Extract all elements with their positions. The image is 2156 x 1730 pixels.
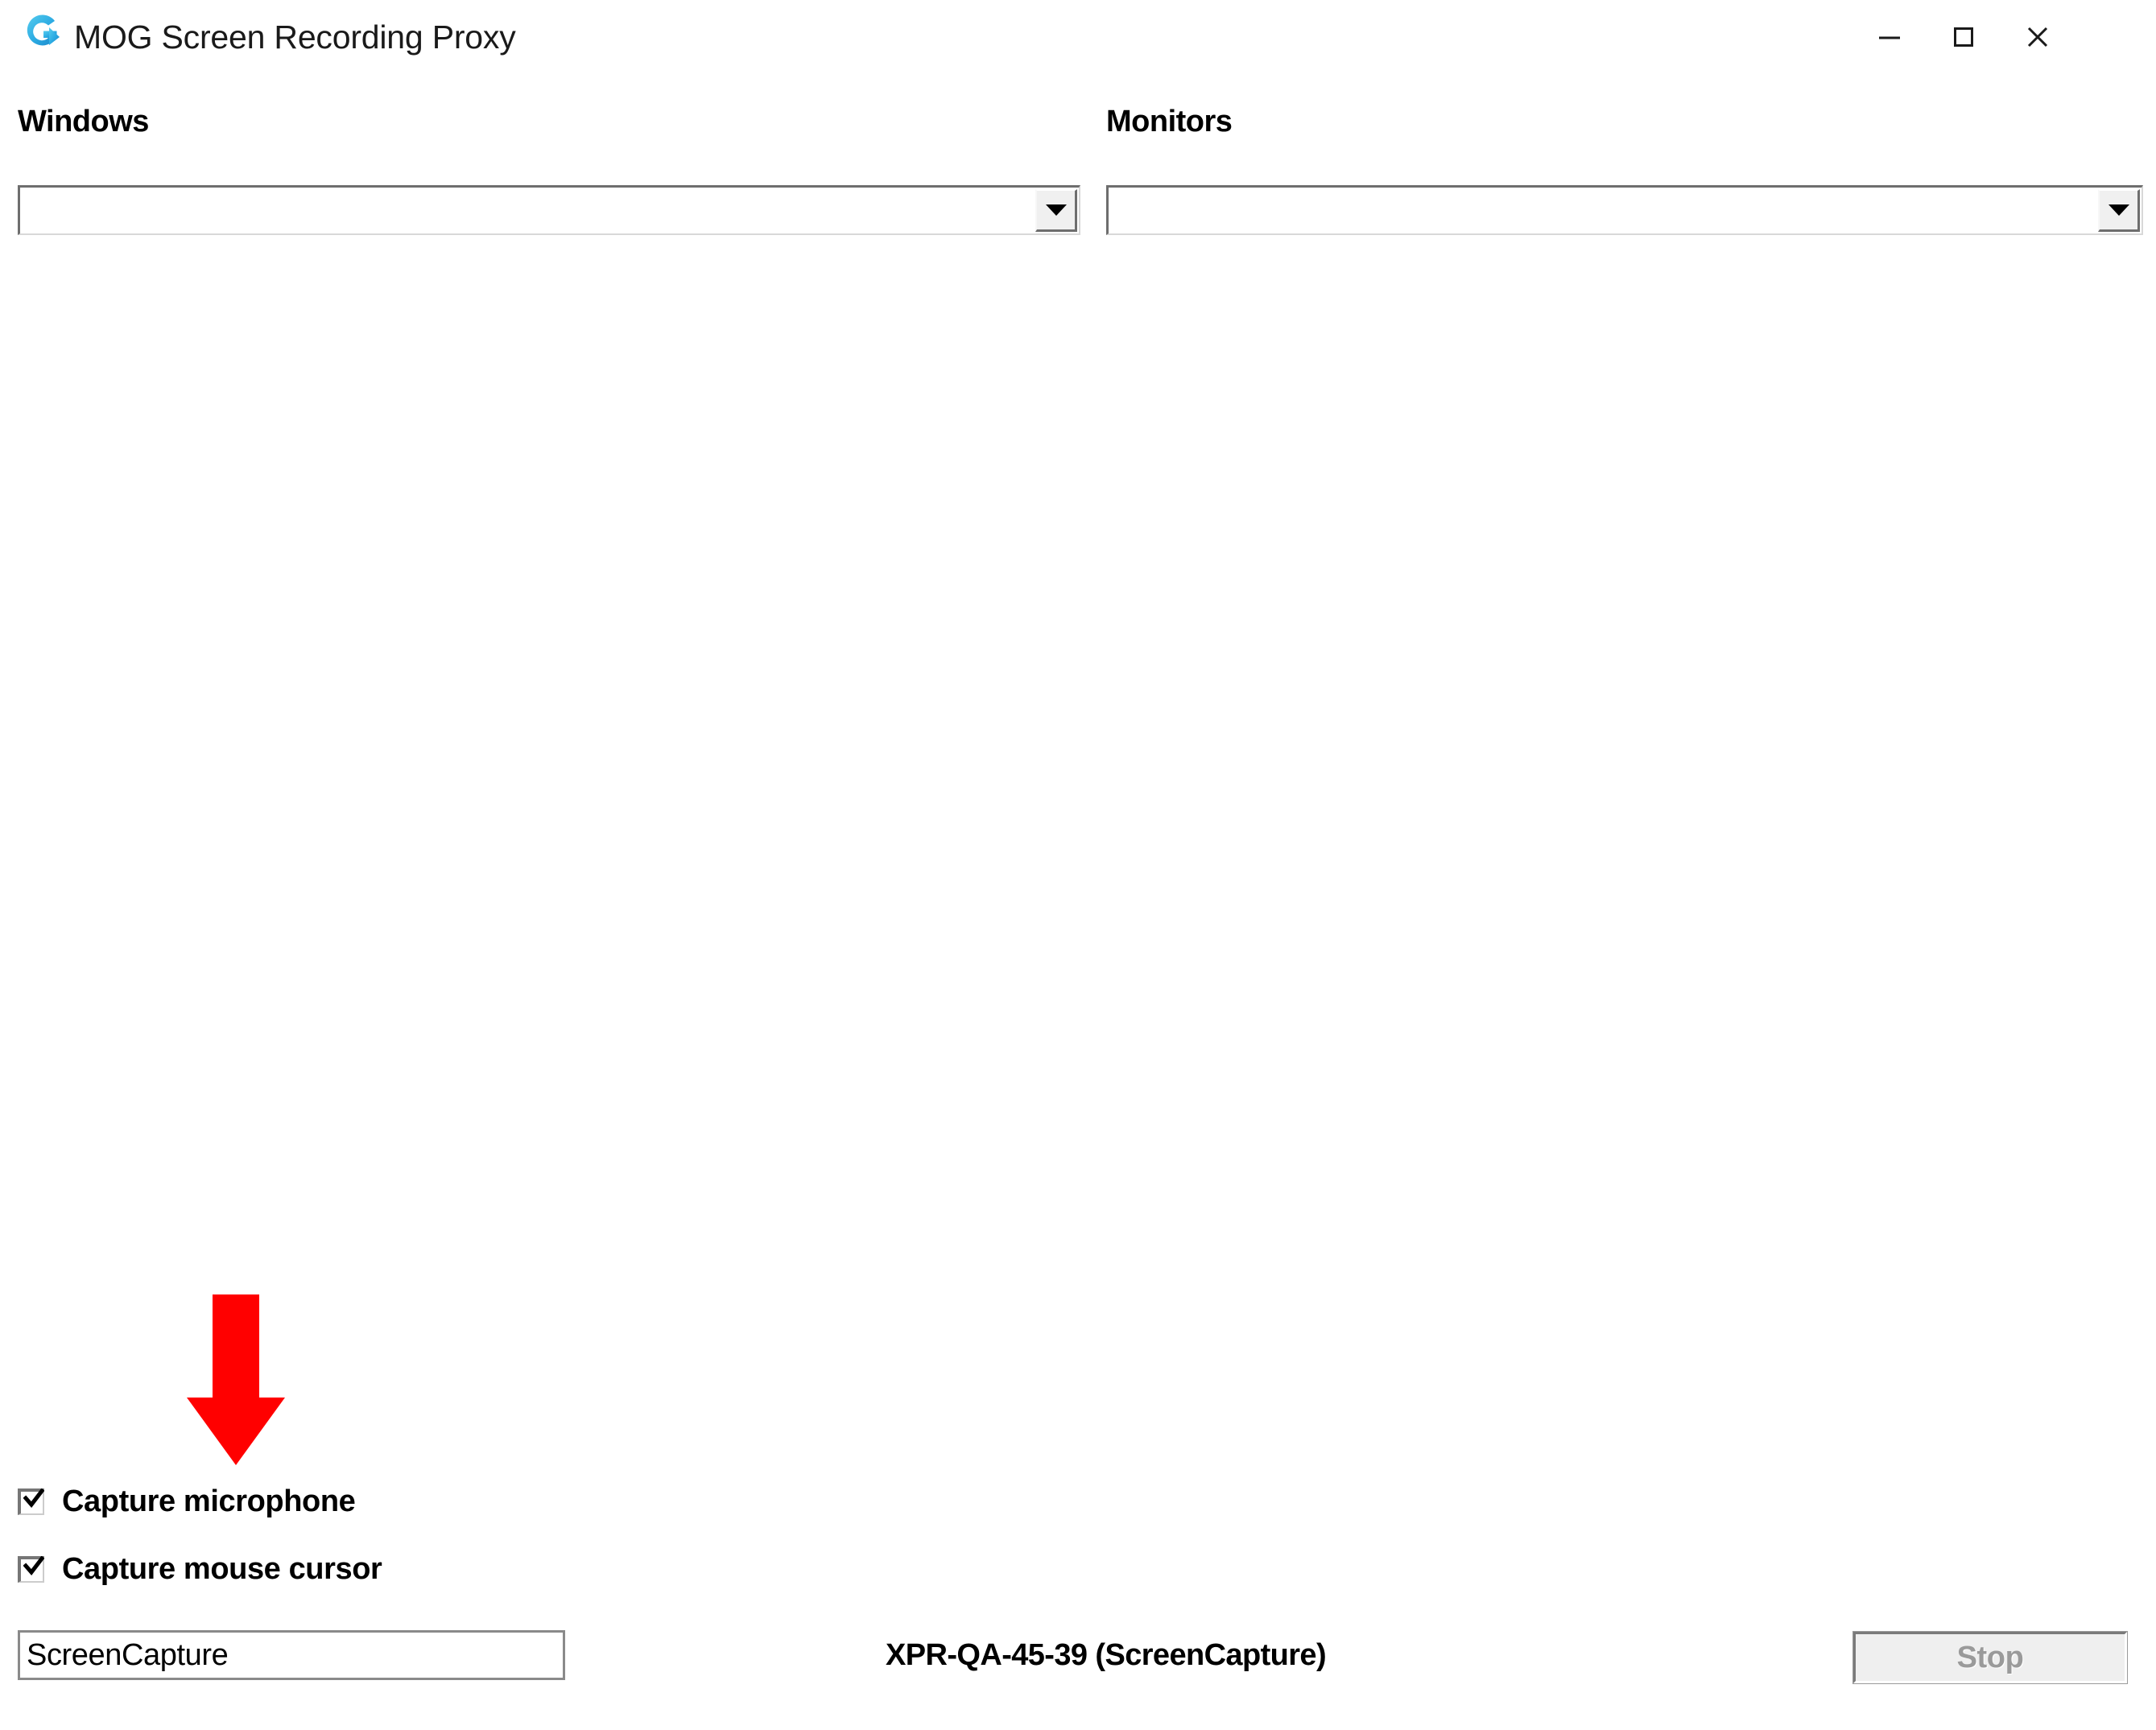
- stop-button[interactable]: Stop: [1852, 1631, 2128, 1684]
- close-icon: [1993, 21, 2082, 53]
- check-icon: [23, 1555, 45, 1577]
- capture-mouse-cursor-checkbox-row[interactable]: Capture mouse cursor: [18, 1547, 382, 1591]
- windows-combobox[interactable]: [18, 185, 1080, 235]
- chevron-down-icon: [1045, 204, 1067, 216]
- capture-microphone-checkbox-row[interactable]: Capture microphone: [18, 1480, 356, 1523]
- close-button[interactable]: [1993, 0, 2082, 74]
- mog-circular-arrow-logo-icon: [19, 10, 64, 55]
- stop-button-label: Stop: [1956, 1640, 2024, 1674]
- recording-status-text: XPR-QA-45-39 (ScreenCapture): [886, 1638, 1327, 1672]
- windows-dropdown-button[interactable]: [1035, 189, 1077, 232]
- window-title: MOG Screen Recording Proxy: [74, 19, 516, 56]
- title-bar: MOG Screen Recording Proxy: [0, 0, 2156, 74]
- windows-label: Windows: [18, 105, 149, 138]
- capture-mouse-cursor-checkbox[interactable]: [18, 1555, 45, 1583]
- monitors-label: Monitors: [1106, 105, 1233, 138]
- recording-name-input[interactable]: [18, 1630, 565, 1680]
- capture-microphone-checkbox[interactable]: [18, 1487, 45, 1515]
- capture-mouse-cursor-label: Capture mouse cursor: [62, 1551, 382, 1586]
- monitors-dropdown-button[interactable]: [2098, 189, 2140, 232]
- capture-microphone-label: Capture microphone: [62, 1484, 356, 1518]
- check-icon: [23, 1487, 45, 1509]
- chevron-down-icon: [2108, 204, 2129, 216]
- monitors-combobox[interactable]: [1106, 185, 2143, 235]
- down-arrow-annotation-icon: [187, 1294, 285, 1465]
